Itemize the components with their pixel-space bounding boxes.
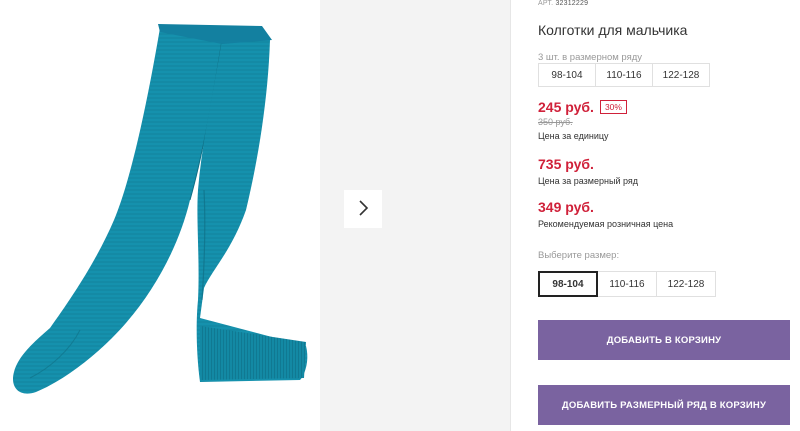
unit-price-block: 245 руб. 30% 350 руб. Цена за единицу [538,99,627,141]
set-size-cell: 122-128 [652,63,710,87]
choose-size-label: Выберите размер: [538,250,620,261]
article-prefix: АРТ. [538,0,554,7]
article-number: АРТ. 32312229 [538,0,588,7]
set-price: 735 руб. [538,156,594,172]
rrp-block: 349 руб. Рекомендуемая розничная цена [538,199,673,229]
size-option-110-116[interactable]: 110-116 [597,271,657,297]
size-picker: 98-104 110-116 122-128 [538,271,716,297]
product-gallery [0,0,510,431]
set-size-cell: 110-116 [595,63,653,87]
size-option-98-104[interactable]: 98-104 [538,271,598,297]
chevron-right-icon [357,199,369,219]
discount-badge: 30% [599,99,627,115]
set-size-cell: 98-104 [538,63,596,87]
old-price: 350 руб. [538,117,573,127]
unit-price-caption: Цена за единицу [538,131,609,141]
product-photo [0,0,320,431]
size-option-122-128[interactable]: 122-128 [656,271,716,297]
set-size-label: 3 шт. в размерном ряду [538,52,643,63]
unit-price: 245 руб. [538,99,594,115]
add-set-to-cart-button[interactable]: ДОБАВИТЬ РАЗМЕРНЫЙ РЯД В КОРЗИНУ [538,385,790,425]
tights-image [12,24,308,394]
set-price-caption: Цена за размерный ряд [538,176,639,186]
rrp-price: 349 руб. [538,199,594,215]
column-divider [510,0,511,431]
product-title: Колготки для мальчика [538,22,688,38]
add-to-cart-button[interactable]: ДОБАВИТЬ В КОРЗИНУ [538,320,790,360]
gallery-next-button[interactable] [344,190,382,228]
set-sizes: 98-104 110-116 122-128 [538,63,710,87]
set-price-block: 735 руб. Цена за размерный ряд [538,156,638,186]
rrp-caption: Рекомендуемая розничная цена [538,219,674,229]
article-value: 32312229 [555,0,589,7]
